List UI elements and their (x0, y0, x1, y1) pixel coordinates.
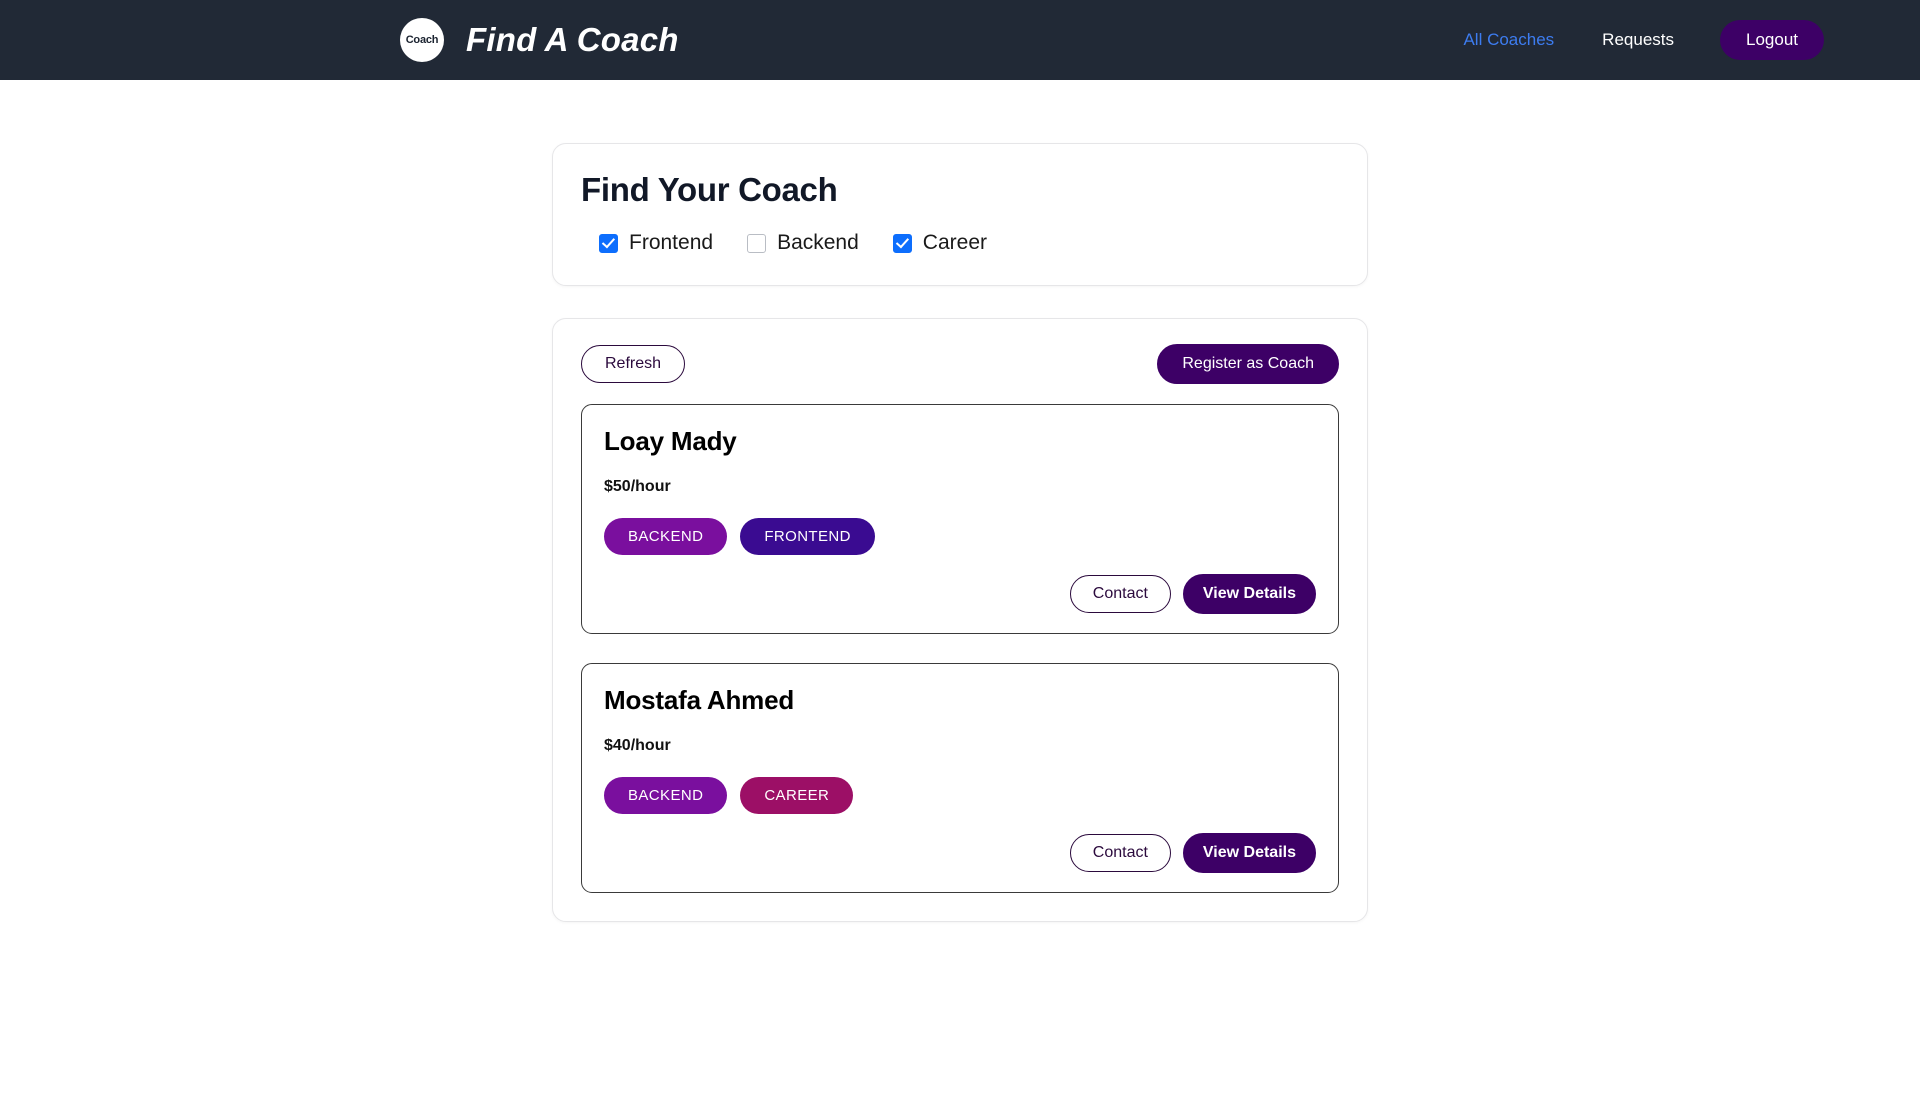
coach-card-actions: Contact View Details (604, 574, 1316, 614)
brand: Coach Find A Coach (400, 18, 679, 62)
coaches-toolbar: Refresh Register as Coach (581, 344, 1339, 384)
coach-name: Mostafa Ahmed (604, 685, 795, 715)
filter-label-frontend: Frontend (629, 231, 714, 254)
checkbox-backend[interactable] (747, 233, 767, 253)
coach-name: Loay Mady (604, 426, 737, 456)
filter-option-backend[interactable]: Backend (747, 231, 859, 255)
filter-panel: Find Your Coach Frontend Backend Career (552, 143, 1368, 286)
coach-card: Mostafa Ahmed $40/hour BACKEND CAREER Co… (581, 663, 1339, 893)
coach-tags: BACKEND CAREER (604, 777, 1316, 814)
coach-tags: BACKEND FRONTEND (604, 518, 1316, 555)
nav-item-requests[interactable]: Requests (1578, 30, 1698, 50)
filter-label-backend: Backend (777, 231, 859, 254)
main-nav: All Coaches Requests Logout (1439, 20, 1824, 60)
contact-button[interactable]: Contact (1069, 834, 1171, 872)
refresh-button[interactable]: Refresh (581, 345, 686, 383)
coach-card: Loay Mady $50/hour BACKEND FRONTEND Cont… (581, 404, 1339, 634)
tag-backend: BACKEND (604, 777, 728, 814)
filter-options: Frontend Backend Career (581, 231, 1339, 255)
view-details-button[interactable]: View Details (1182, 833, 1316, 873)
view-details-button[interactable]: View Details (1182, 574, 1316, 614)
tag-backend: BACKEND (604, 518, 728, 555)
tag-frontend: FRONTEND (740, 518, 875, 555)
app-header: Coach Find A Coach All Coaches Requests … (0, 0, 1920, 80)
filter-option-career[interactable]: Career (892, 231, 987, 255)
app-title: Find A Coach (466, 21, 679, 58)
page-body: Find Your Coach Frontend Backend Career … (0, 80, 1920, 962)
logout-button[interactable]: Logout (1720, 20, 1824, 60)
nav-item-all-coaches[interactable]: All Coaches (1439, 30, 1578, 50)
checkbox-career[interactable] (892, 233, 912, 253)
coach-rate: $50/hour (604, 478, 671, 495)
contact-button[interactable]: Contact (1069, 575, 1171, 613)
filter-option-frontend[interactable]: Frontend (599, 231, 713, 255)
tag-career: CAREER (740, 777, 854, 814)
coach-circle-logo-icon: Coach (400, 18, 444, 62)
filter-label-career: Career (922, 231, 987, 254)
coach-card-actions: Contact View Details (604, 833, 1316, 873)
register-as-coach-button[interactable]: Register as Coach (1157, 344, 1339, 384)
page-title: Find Your Coach (581, 171, 838, 208)
logo-label: Coach (405, 34, 439, 46)
coaches-panel: Refresh Register as Coach Loay Mady $50/… (552, 318, 1368, 922)
coach-rate: $40/hour (604, 737, 671, 754)
checkbox-frontend[interactable] (599, 233, 618, 253)
